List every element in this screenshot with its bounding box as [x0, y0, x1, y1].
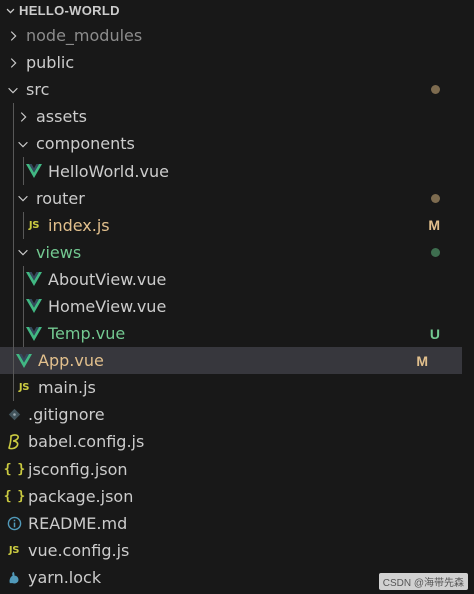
- tree-file-babel-config-js[interactable]: babel.config.js: [0, 428, 474, 455]
- indent-guide: [13, 265, 14, 293]
- tree-item-label: babel.config.js: [28, 432, 145, 452]
- tree-item-label: HomeView.vue: [48, 296, 167, 316]
- indent-guide: [13, 211, 14, 239]
- yarn-icon: [6, 569, 22, 585]
- tree-file-index-js[interactable]: JS index.js M: [0, 211, 474, 239]
- chevron-down-icon[interactable]: [16, 245, 30, 259]
- indent-guide: [13, 130, 14, 158]
- vue-icon: [16, 353, 32, 369]
- tree-item-label: vue.config.js: [28, 540, 130, 560]
- git-modified-dot: [431, 193, 440, 203]
- json-icon: { }: [3, 488, 26, 504]
- js-icon: JS: [18, 382, 30, 394]
- explorer-title: HELLO-WORLD: [19, 3, 120, 18]
- indent-guide: [13, 184, 14, 212]
- indent-guide: [13, 320, 14, 348]
- js-icon: JS: [8, 544, 20, 556]
- tree-file-vue-config-js[interactable]: JS vue.config.js: [0, 537, 474, 564]
- tree-item-label: node_modules: [26, 26, 143, 46]
- git-status-badge: M: [416, 352, 428, 369]
- tree-file-readme-md[interactable]: README.md: [0, 510, 474, 537]
- tree-item-label: jsconfig.json: [28, 459, 128, 479]
- tree-file-gitignore[interactable]: .gitignore: [0, 401, 474, 428]
- tree-folder-src[interactable]: src: [0, 76, 474, 103]
- tree-item-label: App.vue: [38, 351, 104, 371]
- tree-folder-components[interactable]: components: [0, 130, 474, 158]
- tree-folder-assets[interactable]: assets: [0, 103, 474, 131]
- tree-item-label: package.json: [28, 486, 134, 506]
- tree-file-jsconfig-json[interactable]: { } jsconfig.json: [0, 456, 474, 483]
- chevron-down-icon[interactable]: [16, 137, 30, 151]
- tree-item-label: router: [36, 188, 85, 208]
- chevron-right-icon[interactable]: [16, 110, 30, 124]
- babel-icon: [6, 434, 22, 450]
- indent-guide: [13, 292, 14, 321]
- git-status-badge: U: [429, 325, 440, 342]
- tree-folder-node-modules[interactable]: node_modules: [0, 22, 474, 49]
- tree-item-label: HelloWorld.vue: [48, 161, 169, 181]
- indent-guide: [13, 347, 14, 375]
- tree-folder-views[interactable]: views: [0, 238, 474, 266]
- tree-folder-router[interactable]: router: [0, 184, 474, 212]
- tree-item-label: views: [36, 242, 82, 262]
- tree-item-label: yarn.lock: [28, 567, 102, 587]
- git-modified-dot: [431, 85, 440, 95]
- tree-item-label: README.md: [28, 513, 128, 533]
- chevron-down-icon[interactable]: [6, 83, 20, 97]
- vue-icon: [26, 163, 42, 179]
- tree-file-aboutview-vue[interactable]: AboutView.vue: [0, 265, 474, 293]
- js-icon: JS: [28, 219, 40, 231]
- tree-item-label: main.js: [38, 378, 96, 398]
- indent-guide: [23, 320, 24, 348]
- chevron-down-icon: [4, 5, 16, 16]
- tree-file-app-vue[interactable]: App.vue M: [0, 347, 462, 375]
- tree-file-main-js[interactable]: JS main.js: [0, 374, 474, 402]
- tree-file-package-json[interactable]: { } package.json: [0, 483, 474, 510]
- tree-item-label: .gitignore: [28, 405, 105, 425]
- tree-item-label: Temp.vue: [48, 324, 126, 344]
- tree-item-label: index.js: [48, 215, 110, 235]
- json-icon: { }: [3, 461, 26, 477]
- git-status-badge: M: [428, 217, 440, 234]
- indent-guide: [23, 211, 24, 239]
- indent-guide: [13, 103, 14, 131]
- tree-file-homeview-vue[interactable]: HomeView.vue: [0, 292, 474, 321]
- indent-guide: [13, 157, 14, 185]
- indent-guide: [13, 238, 14, 266]
- chevron-right-icon[interactable]: [6, 29, 20, 43]
- tree-item-label: components: [36, 134, 135, 154]
- tree-file-helloworld-vue[interactable]: HelloWorld.vue: [0, 157, 474, 185]
- git-untracked-dot: [431, 247, 440, 257]
- tree-item-label: public: [26, 53, 75, 73]
- tree-item-label: src: [26, 80, 50, 100]
- file-tree: node_modulespublic src assets components Hel…: [0, 22, 474, 591]
- chevron-down-icon[interactable]: [16, 191, 30, 205]
- info-icon: [6, 515, 22, 531]
- tree-item-label: assets: [36, 107, 87, 127]
- vue-icon: [26, 298, 42, 314]
- tree-folder-public[interactable]: public: [0, 49, 474, 76]
- chevron-right-icon[interactable]: [6, 56, 20, 70]
- indent-guide: [13, 374, 14, 402]
- vue-icon: [26, 326, 42, 342]
- indent-guide: [23, 157, 24, 185]
- indent-guide: [23, 265, 24, 293]
- watermark: CSDN @海带先森: [378, 573, 468, 590]
- tree-file-temp-vue[interactable]: Temp.vue U: [0, 320, 474, 348]
- explorer-section-header[interactable]: HELLO-WORLD: [0, 0, 474, 21]
- indent-guide: [23, 292, 24, 321]
- tree-item-label: AboutView.vue: [48, 269, 167, 289]
- git-icon: [6, 407, 22, 423]
- vue-icon: [26, 271, 42, 287]
